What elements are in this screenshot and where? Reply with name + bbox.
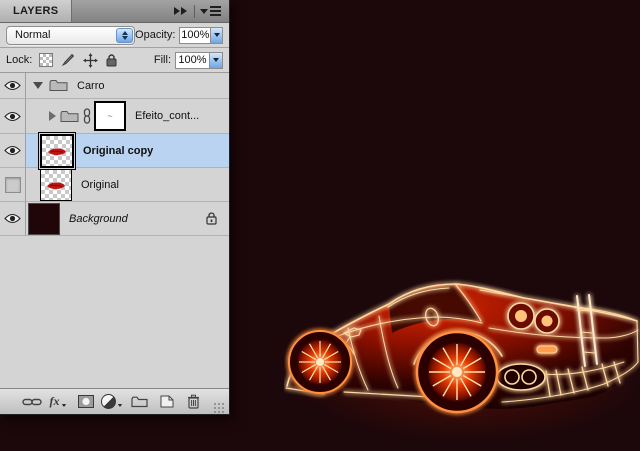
trash-icon bbox=[187, 394, 200, 409]
eye-icon bbox=[4, 111, 21, 122]
layer-row-original-copy[interactable]: Original copy bbox=[0, 134, 229, 168]
new-layer-button[interactable] bbox=[153, 391, 180, 413]
adjustment-layer-icon bbox=[101, 394, 116, 409]
fill-label: Fill: bbox=[154, 54, 171, 66]
blend-mode-select[interactable]: Normal bbox=[6, 26, 135, 45]
new-group-button[interactable] bbox=[126, 391, 153, 413]
layer-thumbnail[interactable] bbox=[40, 169, 72, 201]
eye-icon bbox=[4, 213, 21, 224]
layer-thumbnail[interactable] bbox=[28, 203, 60, 235]
fx-icon: fx bbox=[50, 394, 60, 409]
layers-tab-label: LAYERS bbox=[13, 5, 58, 17]
fill-dropdown-icon[interactable] bbox=[210, 52, 223, 69]
eye-off-icon bbox=[5, 177, 21, 193]
glowing-car-artwork bbox=[284, 276, 640, 451]
layer-mask-thumbnail[interactable]: ~ bbox=[94, 101, 126, 131]
layer-name: Background bbox=[69, 213, 128, 225]
new-adjustment-layer-button[interactable] bbox=[99, 391, 126, 413]
visibility-toggle[interactable] bbox=[0, 134, 26, 168]
layer-name: Original copy bbox=[83, 145, 153, 157]
collapse-panel-icon[interactable] bbox=[170, 0, 191, 22]
panel-tab-bar: LAYERS bbox=[0, 0, 229, 23]
layer-name: Original bbox=[81, 179, 119, 191]
opacity-input[interactable]: 100% bbox=[179, 27, 211, 44]
visibility-toggle[interactable] bbox=[0, 73, 26, 99]
add-layer-mask-button[interactable] bbox=[72, 391, 99, 413]
visibility-toggle[interactable] bbox=[0, 202, 26, 236]
eye-icon bbox=[4, 145, 21, 156]
layer-list: Carro bbox=[0, 73, 229, 388]
blend-mode-value: Normal bbox=[15, 29, 50, 41]
new-group-icon bbox=[131, 396, 148, 408]
lock-all-icon[interactable] bbox=[106, 54, 117, 67]
layer-list-empty-area bbox=[0, 236, 229, 388]
mask-link-icon[interactable] bbox=[83, 108, 91, 124]
new-layer-icon bbox=[160, 395, 174, 408]
group-expand-icon[interactable] bbox=[33, 82, 43, 89]
blend-options-row: Normal Opacity: 100% bbox=[0, 23, 229, 48]
visibility-toggle[interactable] bbox=[0, 99, 26, 134]
layer-style-button[interactable]: fx bbox=[45, 391, 72, 413]
panel-bottom-toolbar: fx bbox=[0, 388, 229, 414]
layers-panel: LAYERS Normal Opacity: 100% Lock: bbox=[0, 0, 230, 415]
layer-locked-icon bbox=[206, 212, 217, 225]
lock-pixels-icon[interactable] bbox=[61, 53, 75, 67]
layer-row-efeito[interactable]: ~ Efeito_cont... bbox=[0, 99, 229, 134]
lock-options-row: Lock: Fill: 100% bbox=[0, 48, 229, 73]
panel-resize-grip[interactable] bbox=[212, 401, 225, 414]
tab-layers[interactable]: LAYERS bbox=[0, 0, 72, 22]
lock-position-icon[interactable] bbox=[83, 53, 98, 68]
thumbnail-car-icon bbox=[45, 145, 69, 157]
layer-name: Efeito_cont... bbox=[135, 110, 199, 122]
delete-layer-button[interactable] bbox=[180, 391, 207, 413]
group-expand-icon[interactable] bbox=[49, 111, 56, 121]
layer-thumbnail[interactable] bbox=[40, 134, 74, 168]
folder-icon bbox=[60, 110, 79, 123]
blend-mode-stepper-icon bbox=[116, 28, 133, 43]
layer-name: Carro bbox=[77, 80, 105, 92]
link-icon bbox=[22, 397, 42, 407]
lock-transparency-icon[interactable] bbox=[39, 53, 53, 67]
layer-row-carro[interactable]: Carro bbox=[0, 73, 229, 99]
opacity-dropdown-icon[interactable] bbox=[211, 27, 223, 44]
link-layers-button[interactable] bbox=[18, 391, 45, 413]
layer-row-background[interactable]: Background bbox=[0, 202, 229, 236]
layer-row-original[interactable]: Original bbox=[0, 168, 229, 202]
folder-icon bbox=[49, 79, 68, 92]
thumbnail-car-icon bbox=[44, 179, 68, 191]
eye-icon bbox=[4, 80, 21, 91]
tabbar-separator bbox=[194, 5, 195, 18]
panel-menu-icon[interactable] bbox=[198, 0, 229, 22]
photoshop-workspace: LAYERS Normal Opacity: 100% Lock: bbox=[0, 0, 640, 451]
visibility-toggle[interactable] bbox=[0, 168, 26, 202]
layer-mask-icon bbox=[78, 395, 94, 408]
lock-label: Lock: bbox=[6, 54, 32, 66]
opacity-label: Opacity: bbox=[135, 29, 175, 41]
fill-input[interactable]: 100% bbox=[175, 52, 210, 69]
